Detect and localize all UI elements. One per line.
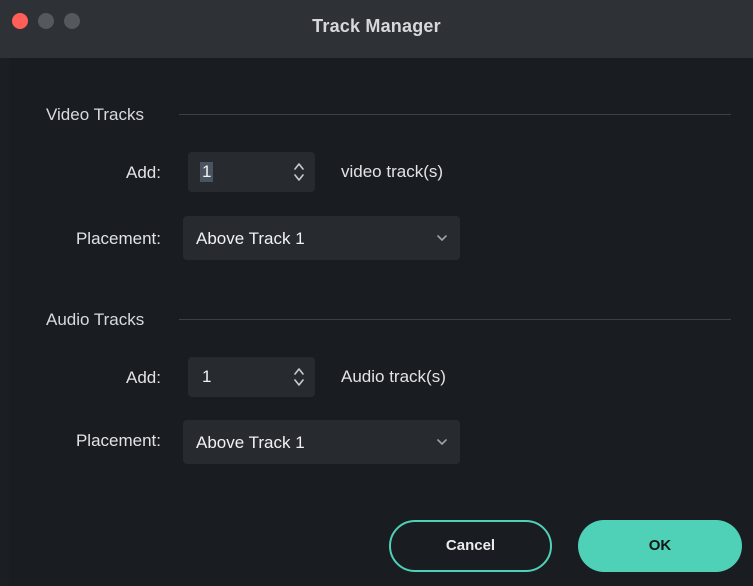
video-tracks-heading: Video Tracks [46,105,144,124]
audio-tracks-heading: Audio Tracks [46,310,145,329]
audio-placement-label: Placement: [75,431,161,450]
video-section-divider [179,114,731,115]
video-placement-value: Above Track 1 [196,229,305,248]
audio-track-count-stepper[interactable]: 1 [188,357,315,397]
video-track-count-stepper[interactable]: 1 [188,152,315,192]
chevron-down-icon [437,439,447,445]
track-manager-window: Track Manager Video Tracks Add: 1 video … [0,0,753,586]
audio-section-divider [179,319,731,320]
video-add-label: Add: [126,163,161,182]
ok-button[interactable]: OK [578,520,742,572]
dialog-content: Video Tracks Add: 1 video track(s) Place… [9,58,753,586]
audio-placement-select[interactable]: Above Track 1 [183,420,460,464]
title-bar: Track Manager [0,0,753,58]
video-track-count-value[interactable]: 1 [200,162,214,182]
audio-add-label: Add: [126,368,161,387]
chevron-down-icon [437,235,447,241]
up-down-chevron-icon[interactable] [293,160,305,184]
cancel-button[interactable]: Cancel [389,520,552,572]
audio-placement-value: Above Track 1 [196,433,305,452]
video-track-suffix: video track(s) [341,162,444,181]
up-down-chevron-icon[interactable] [293,365,305,389]
window-title: Track Manager [312,16,441,36]
video-placement-select[interactable]: Above Track 1 [183,216,460,260]
audio-track-suffix: Audio track(s) [341,367,446,386]
video-placement-label: Placement: [75,229,161,248]
audio-track-count-value[interactable]: 1 [202,367,211,387]
